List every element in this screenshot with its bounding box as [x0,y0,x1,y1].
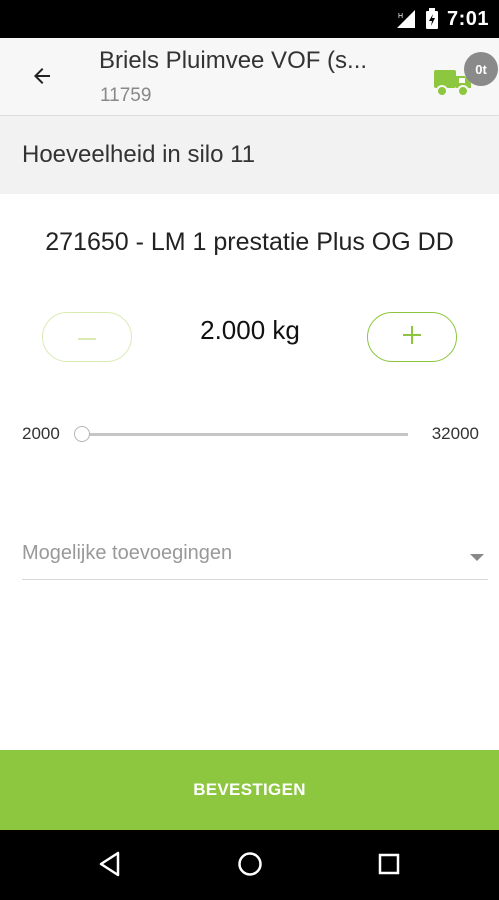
navigation-bar [0,830,499,900]
truck-load-badge: 0t [464,52,498,86]
quantity-value: 2.000 kg [200,315,300,345]
nav-recents-button[interactable] [367,844,411,888]
page-subtitle: 11759 [100,85,152,106]
nav-back-button[interactable] [88,844,132,888]
product-name: 271650 - LM 1 prestatie Plus OG DD [45,228,454,256]
truck-button[interactable]: 0t [430,48,498,112]
signal-icon: H [395,9,417,29]
slider-thumb[interactable] [74,426,90,442]
plus-icon [403,325,421,349]
confirm-button[interactable]: BEVESTIGEN [0,750,499,830]
app-bar: Briels Pluimvee VOF (s... 11759 0t [0,38,499,116]
section-title: Hoeveelheid in silo 11 [22,141,256,168]
status-time: 7:01 [446,7,489,30]
status-icons: H 7:01 [395,0,489,38]
caret-down-icon [470,549,484,567]
nav-home-button[interactable] [228,844,272,888]
battery-icon [425,8,439,30]
additions-placeholder: Mogelijke toevoegingen [22,542,233,564]
section-header: Hoeveelheid in silo 11 [0,117,499,194]
arrow-left-icon [30,64,54,93]
svg-text:H: H [398,13,403,20]
additions-dropdown[interactable]: Mogelijke toevoegingen [22,532,488,580]
quantity-slider[interactable] [74,424,410,444]
slider-min-label: 2000 [22,424,60,443]
nav-recents-icon [377,852,401,881]
page-title: Briels Pluimvee VOF (s... [99,47,368,74]
status-bar: H 7:01 [0,0,499,38]
confirm-label: BEVESTIGEN [193,780,306,799]
slider-max-label: 32000 [431,424,479,443]
increase-button[interactable] [367,312,457,362]
decrease-button[interactable] [42,312,132,362]
minus-icon [78,328,96,346]
back-button[interactable] [22,58,62,98]
nav-back-icon [98,851,122,882]
slider-track [82,433,408,436]
nav-home-icon [237,851,263,882]
